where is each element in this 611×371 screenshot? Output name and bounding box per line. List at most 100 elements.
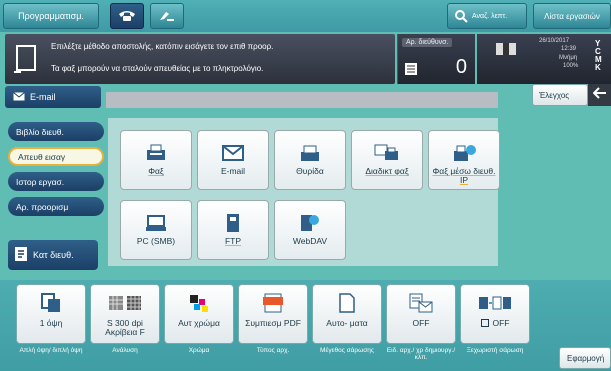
check-button[interactable]: Έλεγχος bbox=[532, 84, 588, 106]
method-ftp-label: FTP bbox=[224, 236, 242, 246]
method-webdav-label: WebDAV bbox=[292, 236, 328, 246]
quick-color-value: Αυτ χρώμα bbox=[178, 318, 220, 328]
method-box-label: Θυρίδα bbox=[296, 166, 324, 176]
phone-icon bbox=[118, 10, 136, 22]
job-status-icon bbox=[495, 42, 517, 61]
internet-fax-icon bbox=[374, 143, 400, 163]
tab-address-book-label: Βιβλίο διευθ. bbox=[16, 126, 64, 137]
list-icon bbox=[404, 62, 418, 81]
envelope-icon bbox=[13, 91, 25, 103]
tab-destination-number-label: Αρ. προορισμ bbox=[16, 201, 69, 212]
method-box[interactable]: Θυρίδα bbox=[274, 130, 346, 190]
quick-resolution-label: Ανάλυση bbox=[112, 347, 138, 354]
job-status-panel[interactable] bbox=[477, 34, 537, 84]
status-panel: 26/10/2017 12:39 Μνήμη 100% Y C M K bbox=[537, 34, 611, 84]
box-icon bbox=[299, 143, 321, 163]
quick-separate-scan-value: OFF bbox=[480, 319, 510, 328]
job-list-button[interactable]: Λίστα εργασιών bbox=[533, 3, 611, 29]
method-internet-fax[interactable]: Διαδικτ φαξ bbox=[351, 130, 423, 190]
toner-indicator: Y C M K bbox=[595, 40, 602, 72]
counter-value: 0 bbox=[455, 56, 467, 78]
destination-input[interactable] bbox=[106, 92, 498, 108]
method-webdav[interactable]: WebDAV bbox=[274, 200, 346, 260]
quick-scan-size-value: Αυτο- ματα bbox=[326, 318, 368, 328]
register-address-label: Κατ διευθ. bbox=[33, 250, 74, 260]
date-text: 26/10/2017 bbox=[539, 38, 570, 44]
method-fax-label: Φαξ bbox=[148, 166, 164, 176]
message-line-2: Τα φαξ μπορούν να σταλούν απευθείας με τ… bbox=[51, 64, 264, 73]
method-internet-fax-label: Διαδικτ φαξ bbox=[365, 166, 409, 176]
register-address-button[interactable]: Κατ διευθ. bbox=[8, 240, 98, 270]
quick-file-type-label: Τύπος αρχ. bbox=[256, 347, 290, 354]
counter-label: Αρ. διεύθυνσ. bbox=[402, 38, 453, 47]
email-tab-label: E-mail bbox=[30, 92, 56, 102]
apply-button[interactable]: Εφαρμογή bbox=[559, 347, 611, 369]
memory-value: 100% bbox=[563, 63, 579, 69]
quick-resolution-value: S 300 dpi Ακρίβεια F bbox=[105, 318, 145, 337]
ip-fax-icon bbox=[451, 143, 477, 163]
quick-file-notify-value: OFF bbox=[412, 318, 430, 328]
method-ip-fax-label: Φαξ μέσω διευθ. IP bbox=[432, 166, 496, 185]
search-button[interactable]: Αναζ. λεπτ. bbox=[447, 3, 527, 29]
method-email-label: E-mail bbox=[220, 166, 246, 176]
file-notify-icon bbox=[409, 291, 433, 315]
check-label: Έλεγχος bbox=[539, 90, 570, 100]
quick-separate-scan[interactable]: OFF bbox=[460, 284, 530, 344]
memory-label: Μνήμη bbox=[559, 55, 578, 61]
method-pc-smb[interactable]: PC (SMB) bbox=[120, 200, 192, 260]
tab-direct-input[interactable]: Απευθ εισαγ bbox=[8, 147, 104, 166]
programs-label: Προγραμματισμ. bbox=[18, 11, 84, 21]
quick-separate-scan-label: Ξεχωριστή σάρωση bbox=[466, 347, 524, 354]
webdav-icon bbox=[300, 213, 320, 233]
ftp-icon bbox=[226, 213, 240, 233]
onhook-icon bbox=[158, 10, 176, 22]
method-ip-fax[interactable]: Φαξ μέσω διευθ. IP bbox=[428, 130, 500, 190]
method-email[interactable]: E-mail bbox=[197, 130, 269, 190]
tab-job-history[interactable]: Ιστορ εργασ. bbox=[8, 172, 104, 191]
simplex-icon bbox=[40, 291, 62, 315]
method-ftp[interactable]: FTP bbox=[197, 200, 269, 260]
time-text: 12:39 bbox=[561, 46, 577, 52]
tab-job-history-label: Ιστορ εργασ. bbox=[16, 176, 65, 187]
search-label: Αναζ. λεπτ. bbox=[472, 12, 508, 20]
fax-icon bbox=[145, 143, 167, 163]
pc-icon bbox=[145, 213, 167, 233]
quick-file-type-value: Συμπιεσμ PDF bbox=[245, 318, 301, 328]
back-button[interactable] bbox=[588, 84, 611, 106]
destination-counter: Αρ. διεύθυνσ. 0 bbox=[397, 34, 475, 84]
quick-file-notify[interactable]: OFF bbox=[386, 284, 456, 344]
job-list-label: Λίστα εργασιών bbox=[544, 11, 600, 21]
tab-destination-number[interactable]: Αρ. προορισμ bbox=[8, 197, 104, 216]
quick-scan-size-label: Μέγεθος σάρωσης bbox=[320, 347, 374, 354]
checkbox-icon bbox=[480, 319, 489, 327]
fax-mode-button[interactable] bbox=[110, 3, 144, 29]
quick-simplex-label: Απλή όψη/ διπλή όψη bbox=[19, 347, 83, 354]
address-book-icon bbox=[14, 246, 28, 264]
quick-simplex-value: 1 όψη bbox=[39, 318, 63, 328]
quick-color[interactable]: Αυτ χρώμα bbox=[164, 284, 234, 344]
search-icon bbox=[454, 9, 468, 23]
hook-button[interactable] bbox=[150, 3, 184, 29]
tab-address-book[interactable]: Βιβλίο διευθ. bbox=[8, 122, 104, 141]
envelope-icon bbox=[222, 143, 244, 163]
quick-scan-size[interactable]: Αυτο- ματα bbox=[312, 284, 382, 344]
quick-resolution[interactable]: S 300 dpi Ακρίβεια F bbox=[90, 284, 160, 344]
programs-button[interactable]: Προγραμματισμ. bbox=[3, 3, 99, 29]
arrow-left-icon bbox=[592, 86, 607, 104]
toner-k: K bbox=[595, 63, 601, 72]
email-tab[interactable]: E-mail bbox=[5, 86, 101, 108]
quick-color-label: Χρώμα bbox=[188, 347, 210, 354]
document-icon bbox=[13, 44, 39, 74]
color-icon bbox=[188, 291, 210, 315]
scan-size-icon bbox=[339, 291, 355, 315]
tab-direct-input-label: Απευθ εισαγ bbox=[18, 151, 66, 162]
message-line-1: Επιλέξτε μέθοδο αποστολής, κατόπιν εισάγ… bbox=[51, 42, 274, 51]
quick-simplex-duplex[interactable]: 1 όψη bbox=[16, 284, 86, 344]
message-panel: Επιλέξτε μέθοδο αποστολής, κατόπιν εισάγ… bbox=[5, 34, 395, 84]
resolution-icon bbox=[108, 291, 142, 315]
quick-file-type[interactable]: Συμπιεσμ PDF bbox=[238, 284, 308, 344]
method-fax[interactable]: Φαξ bbox=[120, 130, 192, 190]
quick-file-notify-label: Ειδ. αρχ./ χρ δημιουργ./ κλπ. bbox=[386, 347, 456, 361]
apply-label: Εφαρμογή bbox=[567, 353, 605, 363]
method-pc-smb-label: PC (SMB) bbox=[136, 236, 176, 246]
